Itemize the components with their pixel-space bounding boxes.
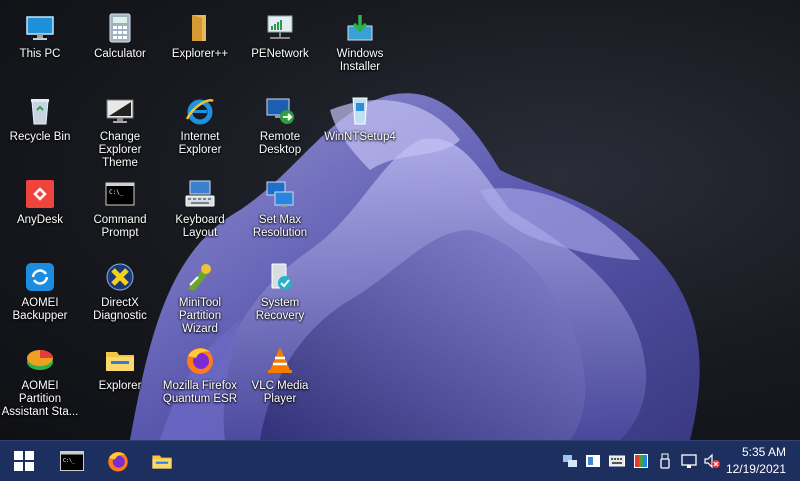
desktop-icon-anydesk[interactable]: AnyDesk	[0, 172, 80, 227]
icon-label: WinNTSetup4	[324, 131, 396, 143]
desktop-icon-keyboard-layout[interactable]: Keyboard Layout	[160, 172, 240, 240]
taskbar-firefox[interactable]	[100, 445, 136, 477]
folder-icon	[192, 15, 206, 41]
icon-label: PENetwork	[251, 48, 309, 60]
icon-label: Remote Desktop	[258, 131, 302, 156]
internet-explorer-icon	[185, 99, 214, 125]
remote-desktop-icon	[266, 98, 294, 124]
keyboard-icon	[185, 180, 215, 207]
desktop-icon-command-prompt[interactable]: C:\_ Command Prompt	[80, 172, 160, 240]
icon-label: Command Prompt	[93, 214, 147, 239]
taskbar: C:\_ 5:35 AM 12/19/2021	[0, 440, 800, 481]
clock-date[interactable]: 12/19/2021	[726, 462, 786, 476]
desktop-icon-change-explorer-theme[interactable]: Change Explorer Theme	[80, 89, 160, 170]
monitor-icon	[26, 16, 54, 40]
desktop-icon-set-max-resolution[interactable]: Set Max Resolution	[240, 172, 320, 240]
desktop[interactable]: This PC Recycle Bin AnyDesk AOMEI Backup…	[0, 0, 800, 440]
icon-label: AOMEI Partition Assistant Sta...	[1, 380, 79, 418]
desktop-icon-aomei-partition-assistant[interactable]: AOMEI Partition Assistant Sta...	[0, 338, 80, 419]
keyboard-icon[interactable]	[609, 453, 625, 469]
svg-text:C:\_: C:\_	[63, 458, 76, 464]
explorer-folder-icon	[106, 352, 134, 371]
taskbar-command-prompt[interactable]: C:\_	[54, 445, 90, 477]
display-icon[interactable]	[633, 453, 649, 469]
icon-label: Set Max Resolution	[252, 214, 308, 239]
system-recovery-icon	[271, 263, 292, 290]
desktop-icon-firefox[interactable]: Mozilla Firefox Quantum ESR	[160, 338, 240, 406]
monitor-icon[interactable]	[681, 453, 697, 469]
setup-icon	[352, 97, 368, 125]
command-prompt-icon: C:\_	[60, 451, 84, 471]
svg-text:C:\_: C:\_	[109, 189, 124, 196]
firefox-icon	[187, 348, 213, 374]
theme-monitor-icon	[106, 99, 134, 123]
desktop-icon-vlc[interactable]: VLC Media Player	[240, 338, 320, 406]
installer-icon	[347, 15, 373, 41]
desktop-icon-calculator[interactable]: Calculator	[80, 6, 160, 61]
icon-label: AOMEI Backupper	[12, 297, 68, 322]
desktop-icon-windows-installer[interactable]: Windows Installer	[320, 6, 400, 74]
icon-label: Recycle Bin	[9, 131, 71, 143]
icon-label: VLC Media Player	[251, 380, 309, 405]
network-icon	[267, 15, 293, 39]
icon-label: Explorer++	[171, 48, 229, 60]
network-icon[interactable]	[562, 453, 578, 469]
volume-muted-icon[interactable]	[704, 453, 720, 469]
desktop-icon-explorer[interactable]: Explorer	[80, 338, 160, 393]
backup-icon	[26, 263, 54, 291]
clock-time[interactable]: 5:35 AM	[742, 445, 786, 459]
desktop-icon-directx-diagnostic[interactable]: DirectX Diagnostic	[80, 255, 160, 323]
firefox-icon	[108, 452, 128, 472]
icon-label: Change Explorer Theme	[98, 131, 142, 169]
start-button[interactable]	[6, 445, 42, 477]
icon-label: Windows Installer	[336, 48, 384, 73]
usb-icon[interactable]	[657, 453, 673, 469]
recycle-bin-icon	[31, 99, 49, 125]
partition-wizard-icon	[188, 264, 211, 291]
notification-icon[interactable]	[585, 453, 601, 469]
icon-label: MiniTool Partition Wizard	[178, 297, 222, 335]
icon-label: Mozilla Firefox Quantum ESR	[162, 380, 238, 405]
icon-label: Explorer	[98, 380, 142, 392]
icon-label: This PC	[19, 48, 61, 60]
icon-label: AnyDesk	[16, 214, 64, 226]
desktop-icon-explorer-plus-plus[interactable]: Explorer++	[160, 6, 240, 61]
icon-label: Calculator	[94, 48, 146, 60]
anydesk-icon	[26, 180, 54, 208]
desktop-icon-penetwork[interactable]: PENetwork	[240, 6, 320, 61]
desktop-icon-remote-desktop[interactable]: Remote Desktop	[240, 89, 320, 157]
desktop-icon-system-recovery[interactable]: System Recovery	[240, 255, 320, 323]
vlc-icon	[268, 347, 292, 373]
command-prompt-icon: C:\_	[105, 182, 135, 206]
icon-label: DirectX Diagnostic	[93, 297, 147, 322]
desktop-icon-aomei-backupper[interactable]: AOMEI Backupper	[0, 255, 80, 323]
desktop-icon-this-pc[interactable]: This PC	[0, 6, 80, 61]
directx-icon	[106, 263, 134, 291]
resolution-icon	[266, 181, 294, 207]
desktop-icon-recycle-bin[interactable]: Recycle Bin	[0, 89, 80, 144]
icon-label: Keyboard Layout	[175, 214, 225, 239]
taskbar-explorer[interactable]	[144, 445, 180, 477]
explorer-folder-icon	[152, 455, 172, 469]
desktop-icon-minitool-partition-wizard[interactable]: MiniTool Partition Wizard	[160, 255, 240, 336]
icon-label: System Recovery	[255, 297, 305, 322]
partition-assistant-icon	[27, 350, 53, 370]
desktop-icon-winntsetup4[interactable]: WinNTSetup4	[320, 89, 400, 144]
windows-logo-icon	[14, 451, 34, 471]
desktop-icon-internet-explorer[interactable]: Internet Explorer	[160, 89, 240, 157]
calculator-icon	[109, 13, 131, 43]
icon-label: Internet Explorer	[178, 131, 222, 156]
